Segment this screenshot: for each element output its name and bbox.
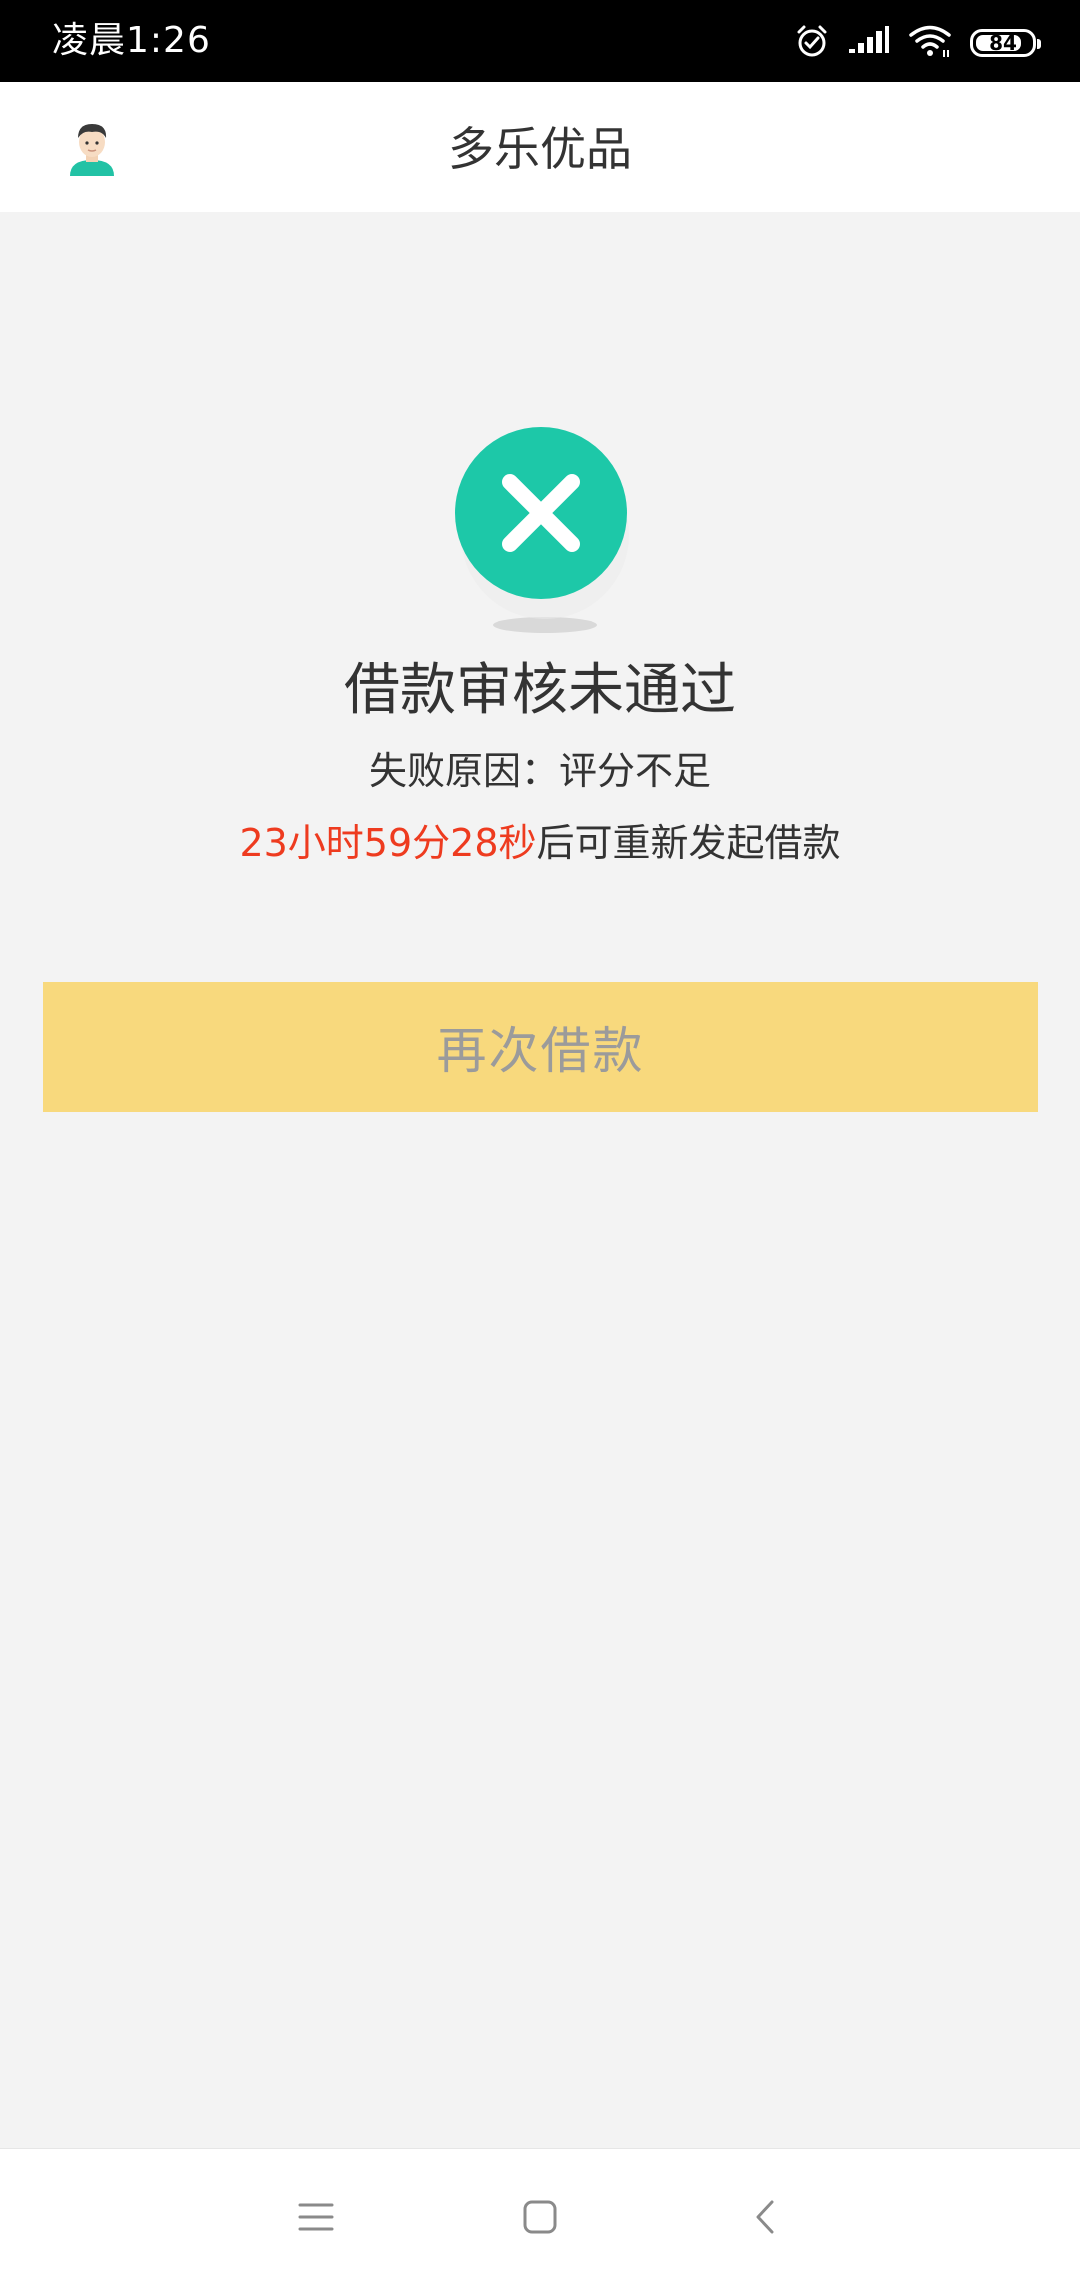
battery-level: 84	[989, 31, 1017, 55]
battery-icon: 84	[970, 29, 1041, 57]
fail-reason-separator: ：	[520, 749, 559, 793]
menu-icon[interactable]	[288, 2189, 344, 2245]
fail-reason-value: 评分不足	[559, 749, 712, 793]
battery-tip	[1037, 39, 1041, 49]
countdown-timer: 23小时59分28秒	[239, 821, 537, 865]
fail-reason-label: 失败原因	[368, 749, 521, 793]
back-icon[interactable]	[738, 2189, 794, 2245]
signal-icon	[848, 25, 890, 61]
app-header: 多乐优品	[0, 82, 1080, 212]
retry-suffix: 后可重新发起借款	[536, 821, 841, 865]
system-nav-bar	[0, 2148, 1080, 2280]
result-title: 借款审核未通过	[344, 658, 736, 723]
retry-countdown-line: 23小时59分28秒后可重新发起借款	[0, 820, 1080, 866]
wifi-icon	[908, 24, 952, 62]
borrow-again-button[interactable]: 再次借款	[43, 982, 1038, 1112]
fail-reason: 失败原因：评分不足	[0, 748, 1080, 794]
status-icons: 84	[794, 22, 1041, 64]
home-icon[interactable]	[512, 2189, 568, 2245]
status-time: 凌晨1:26	[52, 20, 211, 61]
status-bar: 凌晨1:26 84	[0, 0, 1080, 82]
page-title: 多乐优品	[448, 122, 632, 176]
alarm-icon	[794, 23, 830, 63]
close-circle-icon	[455, 425, 635, 645]
